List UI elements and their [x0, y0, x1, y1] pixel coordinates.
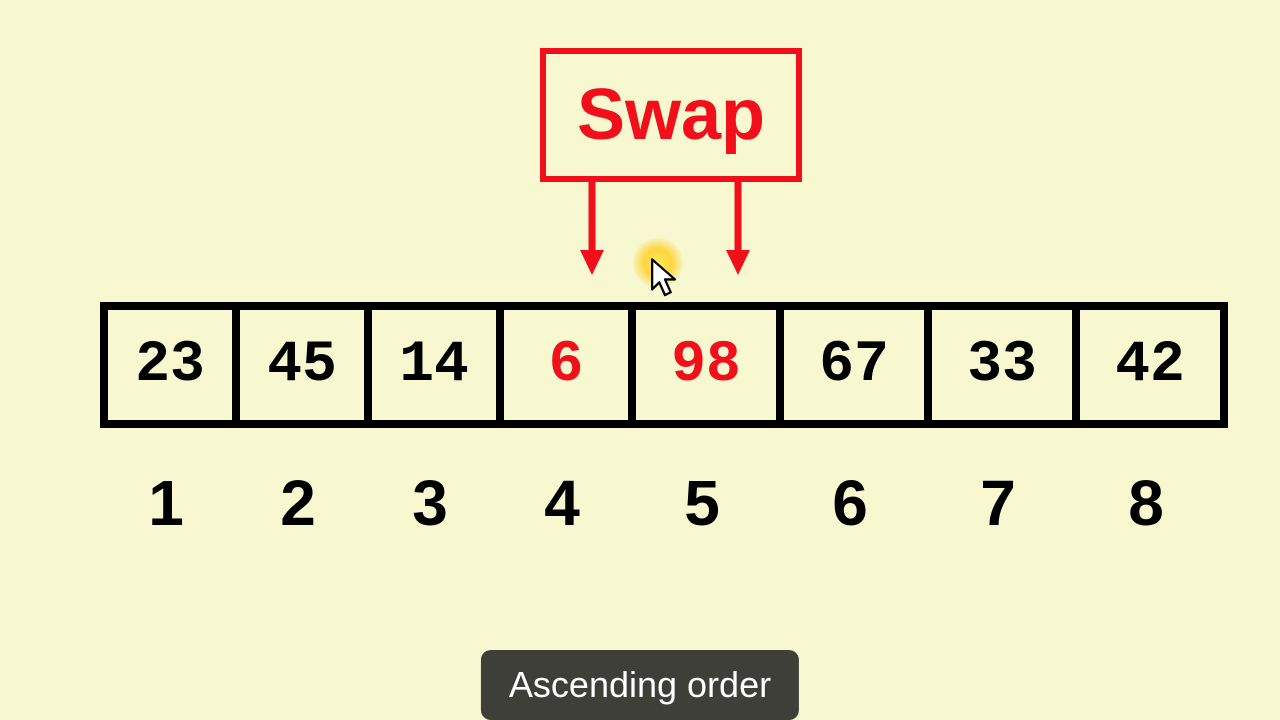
cell-value: 14: [399, 333, 469, 398]
cell-value: 45: [267, 333, 337, 398]
index-label: 7: [924, 458, 1072, 548]
click-highlight-icon: [633, 238, 683, 288]
array-cell: 6: [504, 310, 636, 420]
array-cell: 98: [636, 310, 784, 420]
swap-label: Swap: [577, 74, 765, 156]
index-label: 2: [232, 458, 364, 548]
caption-text: Ascending order: [509, 664, 771, 705]
array-cell: 23: [108, 310, 240, 420]
swap-label-box: Swap: [540, 48, 802, 182]
cell-value: 33: [967, 333, 1037, 398]
array-cell: 45: [240, 310, 372, 420]
index-label: 5: [628, 458, 776, 548]
cell-value: 98: [671, 333, 741, 398]
array-cell: 33: [932, 310, 1080, 420]
array-row: 23 45 14 6 98 67 33 42: [100, 302, 1228, 428]
cell-value: 67: [819, 333, 889, 398]
cell-value: 23: [135, 333, 205, 398]
index-label: 8: [1072, 458, 1220, 548]
index-row: 1 2 3 4 5 6 7 8: [100, 458, 1220, 548]
array-cell: 67: [784, 310, 932, 420]
cell-value: 42: [1115, 333, 1185, 398]
array-cell: 14: [372, 310, 504, 420]
cell-value: 6: [549, 333, 584, 398]
index-label: 6: [776, 458, 924, 548]
caption-box: Ascending order: [481, 650, 799, 720]
index-label: 3: [364, 458, 496, 548]
index-label: 1: [100, 458, 232, 548]
index-label: 4: [496, 458, 628, 548]
array-cell: 42: [1080, 310, 1220, 420]
cursor-icon: [648, 258, 682, 298]
